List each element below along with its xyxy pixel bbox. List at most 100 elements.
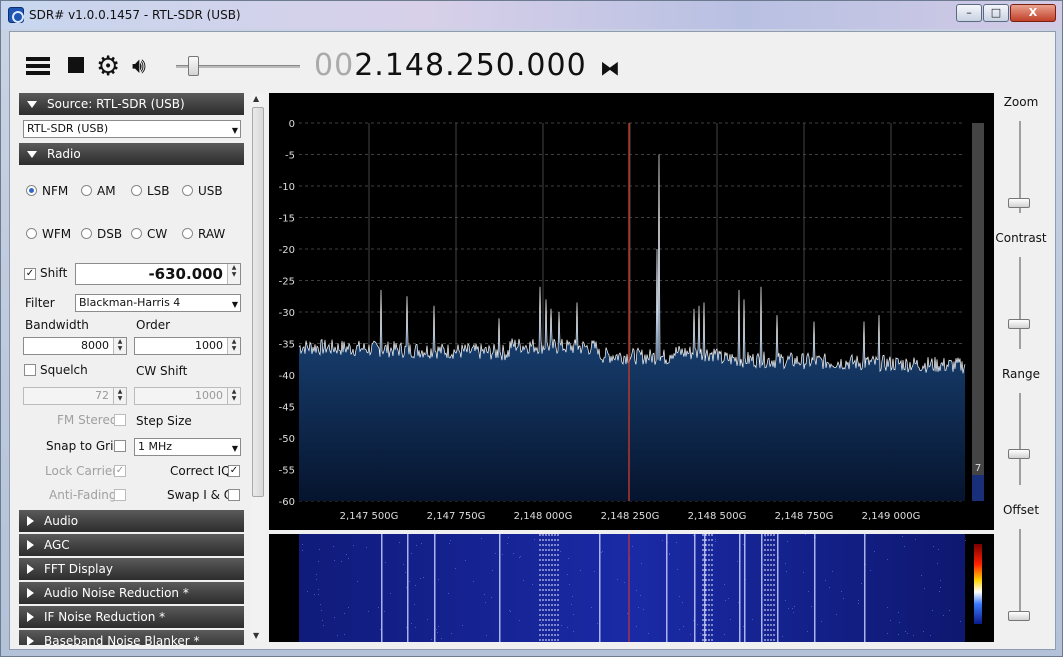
source-panel-header[interactable]: Source: RTL-SDR (USB) [19, 93, 244, 115]
close-button[interactable]: X [1010, 4, 1056, 22]
gear-icon[interactable]: ⚙ [96, 53, 122, 80]
noise-speckle [560, 551, 561, 552]
noise-speckle [907, 633, 908, 634]
mode-radio-wfm[interactable]: WFM [26, 227, 71, 241]
squelch-spinner[interactable]: ▲ ▼ [113, 388, 126, 404]
contrast-slider[interactable] [1019, 257, 1021, 349]
mode-radio-raw[interactable]: RAW [182, 227, 225, 241]
noise-speckle [368, 611, 369, 612]
noise-speckle [509, 610, 510, 611]
correctiq-checkbox[interactable]: ✓ [228, 465, 240, 477]
order-spinner[interactable]: ▲ ▼ [227, 338, 240, 354]
shift-input[interactable]: -630.000 ▲ ▼ [75, 263, 241, 285]
volume-slider-thumb[interactable] [187, 56, 199, 76]
spectrum-chart[interactable]: 0 -5 -10 -15 -20 -25 -30 -35 -40 -45 -50 -55 -60 2,14… [269, 93, 994, 530]
range-slider[interactable] [1019, 393, 1021, 485]
antifading-checkbox[interactable] [114, 489, 126, 501]
audio-panel-header[interactable]: Audio [19, 510, 244, 532]
stop-icon[interactable] [66, 54, 92, 80]
offset-slider-thumb[interactable] [1008, 610, 1030, 621]
waterfall-chart[interactable] [269, 534, 994, 642]
squelch-input[interactable]: 72 ▲ ▼ [23, 387, 127, 405]
noise-speckle [669, 554, 670, 555]
mode-radio-cw[interactable]: CW [131, 227, 167, 241]
noise-speckle [597, 623, 598, 624]
offset-slider[interactable] [1019, 529, 1021, 621]
filter-select[interactable]: Blackman-Harris 4 ▼ [75, 294, 241, 312]
scroll-down-icon[interactable]: ▼ [253, 631, 259, 640]
audio-nr-panel-header[interactable]: Audio Noise Reduction * [19, 582, 244, 604]
shift-checkbox[interactable]: ✓ [24, 268, 36, 280]
noise-speckle [632, 546, 633, 547]
noise-speckle [662, 540, 663, 541]
noise-speckle [449, 543, 450, 544]
noise-speckle [519, 557, 520, 558]
filter-label: Filter [25, 296, 55, 310]
agc-panel-header[interactable]: AGC [19, 534, 244, 556]
y-tick-label: -20 [279, 245, 295, 256]
mode-label: NFM [42, 184, 69, 198]
noise-speckle [939, 591, 940, 592]
order-input[interactable]: 1000 ▲ ▼ [134, 337, 241, 355]
maximize-button[interactable]: □ [983, 4, 1009, 22]
mode-label: LSB [147, 184, 170, 198]
noise-speckle [887, 633, 888, 634]
noise-speckle [870, 570, 871, 571]
lockcarrier-checkbox[interactable]: ✓ [114, 465, 126, 477]
snap-checkbox[interactable] [114, 440, 126, 452]
noise-speckle [318, 561, 319, 562]
left-panel-scrollbar[interactable]: ▲ ▼ [251, 93, 265, 641]
mode-radio-nfm[interactable]: NFM [26, 184, 68, 198]
noise-speckle [571, 604, 572, 605]
swapiq-checkbox[interactable] [228, 489, 240, 501]
fmstereo-checkbox[interactable] [114, 414, 126, 426]
mode-label: DSB [97, 227, 123, 241]
mode-radio-dsb[interactable]: DSB [81, 227, 122, 241]
noise-speckle [314, 594, 315, 595]
mode-radio-am[interactable]: AM [81, 184, 116, 198]
contrast-slider-thumb[interactable] [1008, 318, 1030, 329]
bandwidth-input[interactable]: 8000 ▲ ▼ [23, 337, 127, 355]
fft-display-panel-header[interactable]: FFT Display [19, 558, 244, 580]
waterfall-display[interactable] [269, 534, 994, 642]
noise-speckle [580, 570, 581, 571]
baseband-nb-panel-header[interactable]: Baseband Noise Blanker * [19, 630, 244, 645]
scrollbar-thumb[interactable] [252, 107, 264, 497]
menu-icon[interactable] [26, 54, 52, 80]
x-tick-label: 2,149 000G [862, 511, 921, 522]
radio-dot [131, 228, 142, 239]
frequency-display[interactable]: 002.148.250.000 [314, 48, 587, 83]
cwshift-input[interactable]: 1000 ▲ ▼ [134, 387, 241, 405]
bandwidth-spinner[interactable]: ▲ ▼ [113, 338, 126, 354]
noise-speckle [794, 606, 795, 607]
zoom-slider-thumb[interactable] [1008, 198, 1030, 209]
if-nr-panel-header[interactable]: IF Noise Reduction * [19, 606, 244, 628]
stepsize-value: 1 MHz [138, 440, 173, 453]
spectrum-analyzer[interactable]: 0 -5 -10 -15 -20 -25 -30 -35 -40 -45 -50 -55 -60 2,14… [269, 93, 994, 530]
stepsize-select[interactable]: 1 MHz ▼ [134, 438, 241, 456]
noise-speckle [495, 553, 496, 554]
y-tick-label: -25 [279, 277, 295, 288]
noise-speckle [510, 611, 511, 612]
noise-speckle [793, 612, 794, 613]
speaker-icon[interactable]: 🔊︎ [132, 54, 158, 80]
squelch-checkbox[interactable] [24, 364, 36, 376]
source-device-select[interactable]: RTL-SDR (USB) ▼ [23, 120, 241, 138]
center-tune-icon[interactable]: ⧓ [600, 56, 620, 80]
noise-speckle [737, 561, 738, 562]
noise-speckle [915, 539, 916, 540]
frequency-digits[interactable]: 2.148.250.000 [354, 48, 586, 83]
cwshift-value: 1000 [195, 389, 223, 402]
noise-speckle [690, 634, 691, 635]
minimize-button[interactable]: – [956, 4, 982, 22]
mode-radio-lsb[interactable]: LSB [131, 184, 170, 198]
radio-panel-header[interactable]: Radio [19, 143, 244, 165]
shift-spinner[interactable]: ▲ ▼ [227, 264, 240, 284]
cwshift-spinner[interactable]: ▲ ▼ [227, 388, 240, 404]
y-tick-label: -40 [279, 371, 295, 382]
mode-label: CW [147, 227, 168, 241]
scroll-up-icon[interactable]: ▲ [253, 94, 259, 103]
noise-speckle [899, 622, 900, 623]
range-slider-thumb[interactable] [1008, 448, 1030, 459]
mode-radio-usb[interactable]: USB [182, 184, 223, 198]
